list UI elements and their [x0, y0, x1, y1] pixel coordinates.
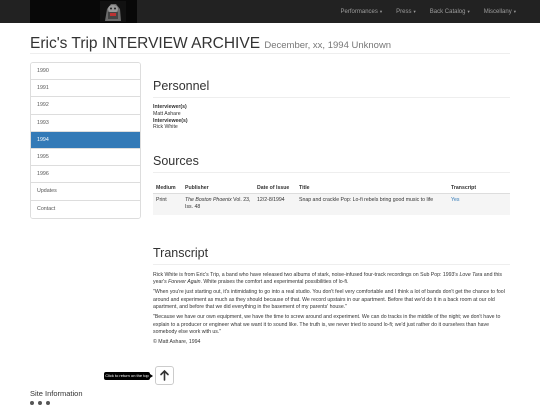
- arrow-up-icon: [160, 369, 169, 381]
- chevron-down-icon: ▾: [513, 8, 516, 14]
- cell-transcript: Yes: [448, 193, 510, 215]
- nav-menu: Performances ▾ Press ▾ Back Catalog ▾ Misce…: [341, 0, 516, 23]
- interviewer-name: Matt Ashare: [153, 110, 181, 117]
- divider: [153, 97, 510, 98]
- transcript-paragraph: Rick White is from Eric's Trip, a band w…: [153, 272, 510, 287]
- interviewee-name: Rick White: [153, 124, 178, 131]
- nav-press-label: Press: [396, 8, 412, 15]
- divider: [153, 264, 510, 265]
- nav-press[interactable]: Press ▾: [396, 9, 416, 15]
- transcript-link[interactable]: Yes: [451, 197, 459, 203]
- sidebar-item-1993[interactable]: 1993: [31, 114, 140, 132]
- sidebar: 1990 1991 1992 1993 1994 1995 1996 Updat…: [30, 62, 141, 219]
- cell-date: 12/2-8/1994: [254, 193, 296, 215]
- nav-performances-label: Performances: [340, 8, 378, 15]
- sidebar-item-contact[interactable]: Contact: [31, 200, 140, 218]
- column-header-date: Date of Issue: [254, 183, 296, 194]
- transcript-paragraph: "Because we have our own equipment, we h…: [153, 314, 501, 336]
- brand-area[interactable]: [30, 0, 137, 23]
- sources-table: Medium Publisher Date of Issue Title Tra…: [153, 183, 510, 215]
- sidebar-item-1996[interactable]: 1996: [31, 166, 140, 184]
- cell-title: Snap and crackle Pop: Lo-fi rebels bring…: [296, 193, 448, 215]
- page-title: Eric's Trip INTERVIEW ARCHIVE December, …: [30, 35, 391, 53]
- chevron-down-icon: ▾: [467, 8, 470, 14]
- sources-heading: Sources: [153, 154, 199, 168]
- column-header-title: Title: [296, 183, 448, 194]
- intro-text: . White praises the comfort and experime…: [200, 279, 349, 286]
- page-subtitle: December, xx, 1994 Unknown: [264, 40, 392, 51]
- album-title: Forever Again: [168, 279, 201, 286]
- interviewee-label: Interviewee(s): [153, 117, 188, 124]
- column-header-medium: Medium: [153, 183, 182, 194]
- intro-text: Rick White is from Eric's Trip, a band w…: [153, 272, 460, 278]
- back-to-top-button[interactable]: [155, 366, 174, 385]
- sidebar-item-1995[interactable]: 1995: [31, 148, 140, 167]
- divider: [30, 53, 510, 54]
- column-header-transcript: Transcript: [448, 183, 510, 194]
- navbar: Performances ▾ Press ▾ Back Catalog ▾ Misce…: [0, 0, 540, 23]
- page-title-text: Eric's Trip INTERVIEW ARCHIVE: [30, 35, 261, 52]
- personnel-block: Interviewer(s) Matt Ashare Interviewee(s…: [153, 104, 188, 131]
- transcript-heading: Transcript: [153, 246, 209, 260]
- chevron-down-icon: ▾: [413, 8, 416, 14]
- cell-publisher: The Boston Phoenix Vol. 23, Iss. 48: [182, 193, 254, 215]
- album-title: Love Tara: [459, 272, 483, 278]
- band-logo[interactable]: [100, 1, 126, 22]
- transcript-credit: © Matt Ashare, 1994: [153, 339, 201, 346]
- chevron-down-icon: ▾: [379, 8, 383, 14]
- divider: [153, 172, 510, 173]
- interviewer-label: Interviewer(s): [153, 104, 187, 110]
- table-row: Print The Boston Phoenix Vol. 23, Iss. 4…: [153, 193, 510, 215]
- footer-links-cutoff: [30, 401, 68, 405]
- back-to-top-tooltip: Click to return on the top page: [104, 372, 153, 386]
- nav-back-catalog-label: Back Catalog: [429, 8, 466, 15]
- sidebar-item-updates[interactable]: Updates: [31, 183, 140, 201]
- transcript-paragraph: "When you're just starting out, it's int…: [153, 289, 505, 311]
- nav-performances[interactable]: Performances ▾: [341, 9, 383, 15]
- site-info-heading: Site Information: [30, 389, 83, 398]
- cell-medium: Print: [153, 193, 182, 215]
- nav-miscellany-label: Miscellany: [483, 8, 512, 15]
- transcript-body: Rick White is from Eric's Trip, a band w…: [153, 272, 510, 349]
- publisher-name: The Boston Phoenix: [185, 197, 232, 203]
- sidebar-item-1992[interactable]: 1992: [31, 97, 140, 115]
- table-header-row: Medium Publisher Date of Issue Title Tra…: [153, 183, 510, 194]
- sidebar-item-1990[interactable]: 1990: [31, 63, 140, 81]
- nav-back-catalog[interactable]: Back Catalog ▾: [430, 9, 470, 15]
- column-header-publisher: Publisher: [182, 183, 254, 194]
- sidebar-item-1991[interactable]: 1991: [31, 80, 140, 98]
- personnel-heading: Personnel: [153, 79, 210, 93]
- nav-miscellany[interactable]: Miscellany ▾: [484, 9, 516, 15]
- sidebar-item-1994[interactable]: 1994: [31, 131, 140, 149]
